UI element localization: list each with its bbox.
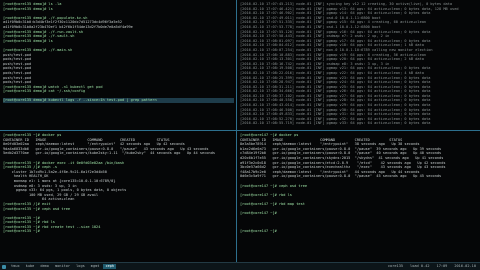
terminal-output: [2016-02-10 17:07:45.213] node-01 [INF] …	[240, 2, 478, 126]
tmux-window-tab[interactable]: ceph	[103, 264, 117, 269]
terminal-output: [root@core147 ~]# docker ps CONTAINER ID …	[240, 133, 478, 234]
session-icon	[2, 264, 6, 269]
terminal-line: [root@core147 ~]#	[240, 229, 277, 234]
terminal-line: d20c6b1f7e55 gcr.io/google_containers/sk…	[240, 155, 444, 160]
status-item: load 0.42	[410, 264, 430, 269]
terminal-output: [root@core135 ~]# docker ps CONTAINER ID …	[3, 133, 234, 234]
status-item: 17:09	[436, 264, 448, 269]
tmux-status-bar: tmux kube demo monitor logs mgmt ceph core135 l…	[0, 262, 480, 270]
pane-divider-vertical[interactable]	[236, 0, 237, 262]
pane-divider-horizontal[interactable]	[0, 130, 480, 131]
tmux-window-tab[interactable]: monitor	[53, 264, 72, 269]
terminal-line: [2016-02-10 17:07:45.213] node-01 [INF] …	[240, 2, 453, 6]
tmux-window-tab[interactable]: kube	[24, 264, 37, 269]
terminal-line: 5edb2d3770ae gcr.io/google_containers/ku…	[3, 151, 216, 156]
terminal-line: [root@core135 ~]#	[3, 229, 40, 234]
tmux-window-tab[interactable]: demo	[38, 264, 51, 269]
terminal-line: [2016-02-10 17:08:55.719] node-01 [INF] …	[240, 121, 431, 126]
status-item: 2016-02-10	[454, 264, 476, 269]
tmux-window-tab[interactable]: mgmt	[89, 264, 102, 269]
window-list: tmux kube demo monitor logs mgmt ceph	[9, 264, 117, 269]
terminal-pane-right-top[interactable]: [2016-02-10 17:07:45.213] node-01 [INF] …	[237, 0, 480, 130]
terminal-pane-right-bottom[interactable]: [root@core147 ~]# docker ps CONTAINER ID …	[237, 131, 480, 262]
terminal-pane-left-top[interactable]: [root@core135 demo]# ls -la [root@core135…	[0, 0, 236, 130]
tmux-window-tab[interactable]: logs	[74, 264, 87, 269]
status-item: core135	[387, 264, 404, 269]
status-right: core135 load 0.42 17:09 2016-02-10	[386, 264, 478, 269]
terminal-pane-left-bottom[interactable]: [root@core135 ~]# docker ps CONTAINER ID …	[0, 131, 236, 262]
tmux-window-tab[interactable]: tmux	[9, 264, 22, 269]
terminal-output: [root@core135 demo]# ls -la [root@core135…	[3, 2, 234, 104]
terminal-line: [root@core135 demo]# kubectl logs -f --s…	[3, 98, 234, 104]
